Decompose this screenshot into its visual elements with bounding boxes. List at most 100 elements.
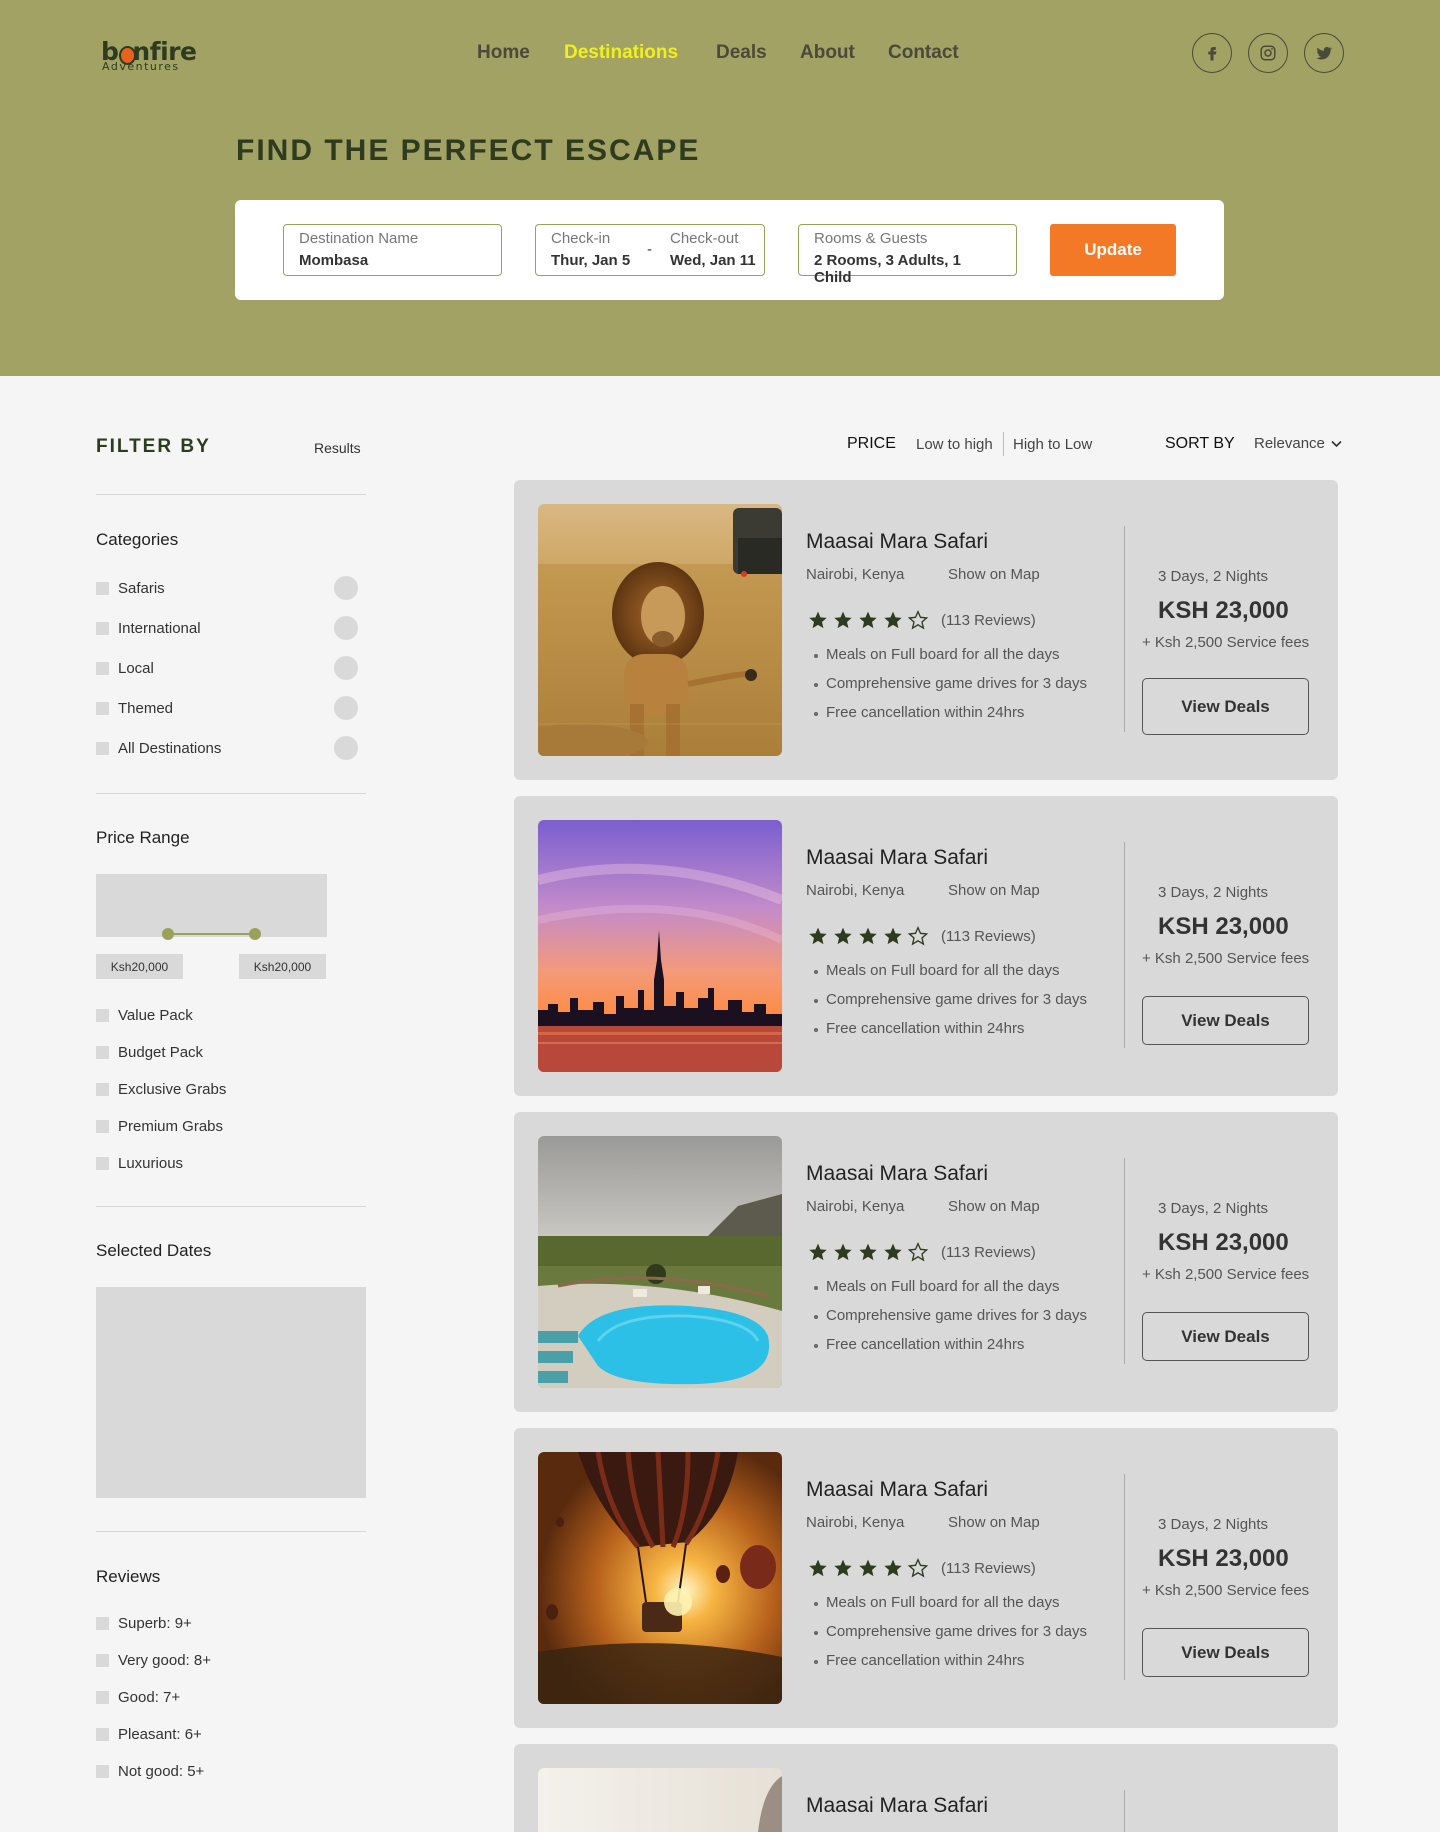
category-safaris[interactable]: Safaris bbox=[96, 577, 165, 599]
listing-price: KSH 23,000 bbox=[1158, 1545, 1289, 1572]
review-count[interactable]: (113 Reviews) bbox=[941, 1244, 1036, 1261]
checkbox[interactable] bbox=[96, 1764, 109, 1778]
review-count[interactable]: (113 Reviews) bbox=[941, 928, 1036, 945]
nav-destinations[interactable]: Destinations bbox=[564, 42, 678, 64]
results-link[interactable]: Results bbox=[314, 440, 361, 456]
price-range-slider[interactable] bbox=[96, 874, 327, 940]
star-filled-icon bbox=[809, 927, 827, 945]
checkbox[interactable] bbox=[96, 661, 109, 675]
listing-image-city-sunset[interactable] bbox=[538, 820, 782, 1072]
show-on-map-link[interactable]: Show on Map bbox=[948, 1198, 1040, 1215]
checkbox[interactable] bbox=[96, 1045, 109, 1059]
listing-image-hazy-landscape[interactable] bbox=[538, 1768, 782, 1832]
show-on-map-link[interactable]: Show on Map bbox=[948, 566, 1040, 583]
feature-item: Free cancellation within 24hrs bbox=[814, 1336, 1087, 1365]
facebook-icon[interactable] bbox=[1192, 33, 1232, 73]
sort-low-high[interactable]: Low to high bbox=[916, 436, 993, 453]
checkbox[interactable] bbox=[96, 1082, 109, 1096]
price-max-value[interactable]: Ksh20,000 bbox=[239, 954, 326, 979]
checkbox[interactable] bbox=[96, 1156, 109, 1170]
date-range-field[interactable]: Check-in Thur, Jan 5 - Check-out Wed, Ja… bbox=[535, 224, 765, 276]
date-picker[interactable] bbox=[96, 1287, 366, 1498]
checkbox[interactable] bbox=[96, 741, 109, 755]
twitter-icon[interactable] bbox=[1304, 33, 1344, 73]
pack-budget[interactable]: Budget Pack bbox=[96, 1041, 203, 1063]
count-badge bbox=[334, 696, 358, 720]
divider bbox=[96, 793, 366, 794]
price-min-value[interactable]: Ksh20,000 bbox=[96, 954, 183, 979]
card-divider bbox=[1124, 842, 1125, 1048]
show-on-map-link[interactable]: Show on Map bbox=[948, 882, 1040, 899]
pack-premium[interactable]: Premium Grabs bbox=[96, 1115, 223, 1137]
category-local[interactable]: Local bbox=[96, 657, 154, 679]
checkbox[interactable] bbox=[96, 1119, 109, 1133]
pack-value[interactable]: Value Pack bbox=[96, 1004, 193, 1026]
listing-card[interactable]: Maasai Mara Safari Nairobi, Kenya Show o… bbox=[514, 796, 1338, 1096]
review-very-good[interactable]: Very good: 8+ bbox=[96, 1649, 211, 1671]
listing-title[interactable]: Maasai Mara Safari bbox=[806, 1794, 988, 1818]
checkbox[interactable] bbox=[96, 1616, 109, 1630]
price-sort-label: PRICE bbox=[847, 435, 896, 452]
count-badge bbox=[334, 656, 358, 680]
update-button[interactable]: Update bbox=[1050, 224, 1176, 276]
checkbox[interactable] bbox=[96, 1653, 109, 1667]
star-filled-icon bbox=[834, 1559, 852, 1577]
listing-image-balloon[interactable] bbox=[538, 1452, 782, 1704]
destination-field[interactable]: Destination Name Mombasa bbox=[283, 224, 502, 276]
checkbox[interactable] bbox=[96, 581, 109, 595]
checkbox[interactable] bbox=[96, 621, 109, 635]
nav-contact[interactable]: Contact bbox=[888, 42, 959, 64]
checkbox[interactable] bbox=[96, 701, 109, 715]
pack-exclusive[interactable]: Exclusive Grabs bbox=[96, 1078, 226, 1100]
review-superb[interactable]: Superb: 9+ bbox=[96, 1612, 192, 1634]
brand-logo[interactable]: b nfire Adventures bbox=[101, 37, 197, 74]
service-fees: + Ksh 2,500 Service fees bbox=[1142, 1266, 1310, 1283]
view-deals-button[interactable]: View Deals bbox=[1142, 1312, 1309, 1361]
category-international[interactable]: International bbox=[96, 617, 201, 639]
divider bbox=[96, 1531, 366, 1532]
selected-dates-title: Selected Dates bbox=[96, 1241, 212, 1260]
pack-luxurious[interactable]: Luxurious bbox=[96, 1152, 183, 1174]
feature-list: Meals on Full board for all the days Com… bbox=[814, 1278, 1087, 1365]
sort-high-low[interactable]: High to Low bbox=[1013, 436, 1092, 453]
logo-wordmark: b nfire bbox=[101, 37, 197, 66]
review-count[interactable]: (113 Reviews) bbox=[941, 612, 1036, 629]
range-max-handle[interactable] bbox=[249, 928, 261, 940]
star-filled-icon bbox=[809, 1243, 827, 1261]
listing-card[interactable]: Maasai Mara Safari bbox=[514, 1744, 1338, 1832]
listing-title[interactable]: Maasai Mara Safari bbox=[806, 1478, 988, 1502]
star-filled-icon bbox=[834, 1243, 852, 1261]
review-good[interactable]: Good: 7+ bbox=[96, 1686, 180, 1708]
checkbox[interactable] bbox=[96, 1727, 109, 1741]
review-pleasant[interactable]: Pleasant: 6+ bbox=[96, 1723, 202, 1745]
listing-title[interactable]: Maasai Mara Safari bbox=[806, 530, 988, 554]
review-not-good[interactable]: Not good: 5+ bbox=[96, 1760, 204, 1782]
range-min-handle[interactable] bbox=[162, 928, 174, 940]
view-deals-button[interactable]: View Deals bbox=[1142, 678, 1309, 735]
view-deals-button[interactable]: View Deals bbox=[1142, 996, 1309, 1045]
view-deals-button[interactable]: View Deals bbox=[1142, 1628, 1309, 1677]
checkbox[interactable] bbox=[96, 1008, 109, 1022]
listing-location: Nairobi, Kenya bbox=[806, 882, 905, 899]
checkbox[interactable] bbox=[96, 1690, 109, 1704]
instagram-icon[interactable] bbox=[1248, 33, 1288, 73]
category-all-destinations[interactable]: All Destinations bbox=[96, 737, 221, 759]
show-on-map-link[interactable]: Show on Map bbox=[948, 1514, 1040, 1531]
listing-title[interactable]: Maasai Mara Safari bbox=[806, 1162, 988, 1186]
listing-card[interactable]: Maasai Mara Safari Nairobi, Kenya Show o… bbox=[514, 480, 1338, 780]
listing-card[interactable]: Maasai Mara Safari Nairobi, Kenya Show o… bbox=[514, 1428, 1338, 1728]
listing-image-lion[interactable] bbox=[538, 504, 782, 756]
listing-title[interactable]: Maasai Mara Safari bbox=[806, 846, 988, 870]
star-filled-icon bbox=[859, 927, 877, 945]
review-count[interactable]: (113 Reviews) bbox=[941, 1560, 1036, 1577]
nav-deals[interactable]: Deals bbox=[716, 42, 767, 64]
listing-image-pool-savanna[interactable] bbox=[538, 1136, 782, 1388]
sortby-dropdown[interactable]: Relevance bbox=[1254, 435, 1342, 452]
nav-about[interactable]: About bbox=[800, 42, 855, 64]
count-badge bbox=[334, 576, 358, 600]
category-themed[interactable]: Themed bbox=[96, 697, 173, 719]
rooms-guests-field[interactable]: Rooms & Guests 2 Rooms, 3 Adults, 1 Chil… bbox=[798, 224, 1017, 286]
service-fees: + Ksh 2,500 Service fees bbox=[1142, 634, 1310, 651]
nav-home[interactable]: Home bbox=[477, 42, 530, 64]
listing-card[interactable]: Maasai Mara Safari Nairobi, Kenya Show o… bbox=[514, 1112, 1338, 1412]
